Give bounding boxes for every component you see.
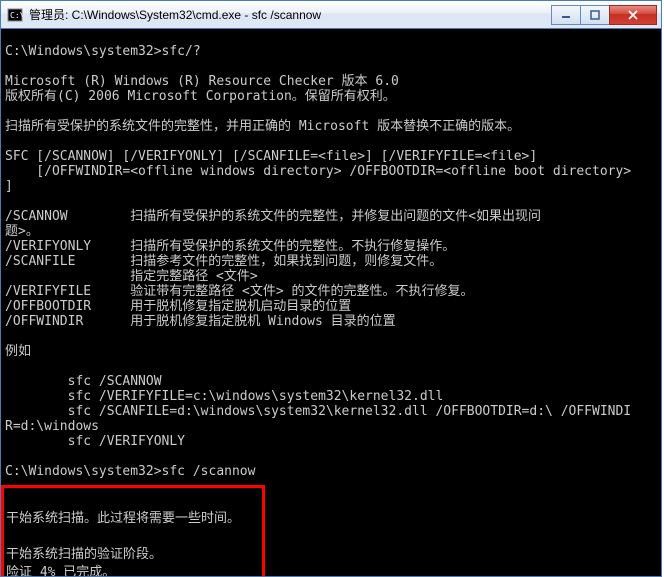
minimize-icon: [561, 10, 571, 20]
output-line: [/OFFWINDIR=<offline windows directory> …: [5, 164, 631, 179]
output-line: 指定完整路径 <文件>: [5, 269, 258, 284]
output-line: sfc /SCANNOW: [5, 374, 162, 389]
output-line: Microsoft (R) Windows (R) Resource Check…: [5, 74, 399, 89]
highlighted-output: 干始系统扫描。此过程将需要一些时间。 干始系统扫描的验证阶段。 险证 4% 已完…: [1, 485, 265, 576]
close-button[interactable]: [609, 5, 657, 25]
output-line: 例如: [5, 344, 31, 359]
terminal-output[interactable]: C:\Windows\system32>sfc/? Microsoft (R) …: [1, 29, 661, 576]
output-line: sfc /VERIFYONLY: [5, 434, 185, 449]
maximize-button[interactable]: [580, 5, 610, 25]
prompt-line: C:\Windows\system32>sfc /scannow: [5, 464, 255, 479]
output-line: /SCANNOW 扫描所有受保护的系统文件的完整性，并修复出问题的文件<如果出现…: [5, 209, 541, 224]
output-line: 险证 4% 已完成。: [6, 565, 115, 576]
output-line: /SCANFILE 扫描参考文件的完整性，如果找到问题，则修复文件。: [5, 254, 442, 269]
close-icon: [627, 9, 639, 21]
titlebar[interactable]: C:\ 管理员: C:\Windows\System32\cmd.exe - s…: [1, 1, 661, 29]
output-line: 干始系统扫描。此过程将需要一些时间。: [6, 511, 240, 526]
output-line: /VERIFYONLY 扫描所有受保护的系统文件的完整性。不执行修复操作。: [5, 239, 455, 254]
maximize-icon: [590, 10, 600, 20]
output-line: /OFFBOOTDIR 用于脱机修复指定脱机启动目录的位置: [5, 299, 351, 314]
output-line: sfc /SCANFILE=d:\windows\system32\kernel…: [5, 404, 631, 419]
output-line: sfc /VERIFYFILE=c:\windows\system32\kern…: [5, 389, 443, 404]
cmd-icon: C:\: [7, 7, 23, 23]
window-controls: [552, 5, 657, 25]
output-line: 版权所有(C) 2006 Microsoft Corporation。保留所有权…: [5, 89, 396, 104]
cmd-window: C:\ 管理员: C:\Windows\System32\cmd.exe - s…: [0, 0, 662, 577]
output-line: /OFFWINDIR 用于脱机修复指定脱机 Windows 目录的位置: [5, 314, 396, 329]
output-line: 干始系统扫描的验证阶段。: [6, 547, 162, 562]
output-line: /VERIFYFILE 验证带有完整路径 <文件> 的文件的完整性。不执行修复。: [5, 284, 474, 299]
output-line: 题>。: [5, 224, 39, 239]
output-line: 扫描所有受保护的系统文件的完整性，并用正确的 Microsoft 版本替换不正确…: [5, 119, 520, 134]
svg-text:C:\: C:\: [10, 11, 23, 20]
output-line: ]: [5, 179, 13, 194]
prompt-line: C:\Windows\system32>sfc/?: [5, 44, 201, 59]
minimize-button[interactable]: [551, 5, 581, 25]
output-line: R=d:\windows: [5, 419, 99, 434]
output-line: SFC [/SCANNOW] [/VERIFYONLY] [/SCANFILE=…: [5, 149, 537, 164]
window-title: 管理员: C:\Windows\System32\cmd.exe - sfc /…: [29, 6, 552, 23]
